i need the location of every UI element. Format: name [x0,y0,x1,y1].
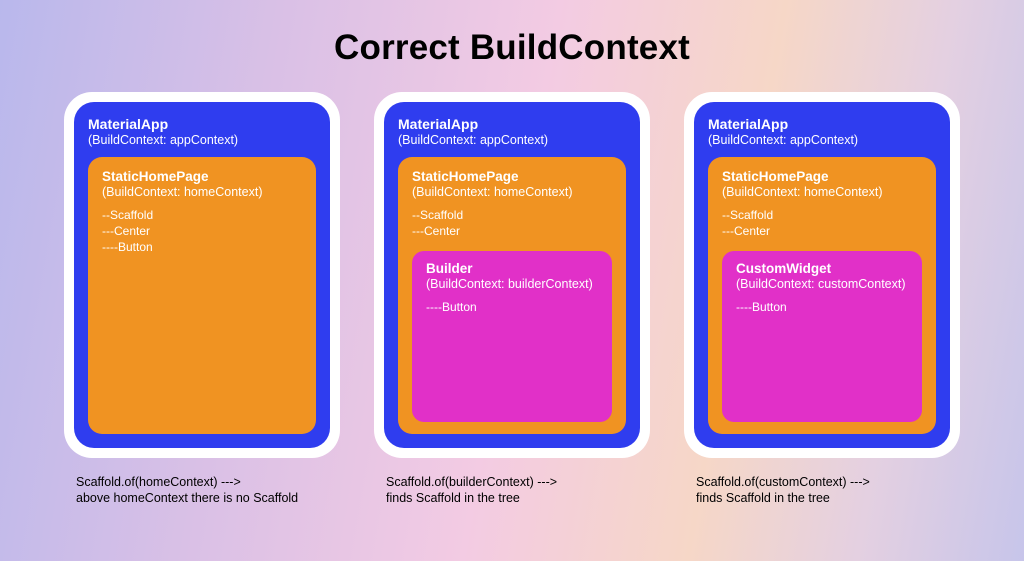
tree-line: ----Button [426,299,598,315]
caption: Scaffold.of(customContext) ---> finds Sc… [684,458,960,507]
builder-subtitle: (BuildContext: builderContext) [426,277,598,291]
statichomepage-title: StaticHomePage [412,169,612,184]
cards-row: MaterialApp (BuildContext: appContext) S… [0,68,1024,507]
materialapp-title: MaterialApp [398,116,626,132]
materialapp-subtitle: (BuildContext: appContext) [398,133,626,147]
customwidget-box: CustomWidget (BuildContext: customContex… [722,251,922,422]
diagram-card-0: MaterialApp (BuildContext: appContext) S… [64,92,340,507]
diagram-card-1: MaterialApp (BuildContext: appContext) S… [374,92,650,507]
materialapp-title: MaterialApp [88,116,316,132]
statichomepage-box: StaticHomePage (BuildContext: homeContex… [708,157,936,434]
statichomepage-title: StaticHomePage [102,169,302,184]
materialapp-header: MaterialApp (BuildContext: appContext) [708,116,936,147]
statichomepage-title: StaticHomePage [722,169,922,184]
materialapp-subtitle: (BuildContext: appContext) [708,133,936,147]
tree-lines: --Scaffold ---Center [412,207,612,239]
tree-line: --Scaffold [412,207,612,223]
tree-line: ---Center [412,223,612,239]
tree-lines: ----Button [736,299,908,315]
customwidget-title: CustomWidget [736,261,908,276]
tree-lines: --Scaffold ---Center ----Button [102,207,302,256]
tree-line: ----Button [736,299,908,315]
materialapp-box: MaterialApp (BuildContext: appContext) S… [74,102,330,448]
tree-line: ----Button [102,239,302,255]
card-frame: MaterialApp (BuildContext: appContext) S… [64,92,340,458]
builder-title: Builder [426,261,598,276]
statichomepage-box: StaticHomePage (BuildContext: homeContex… [88,157,316,434]
caption: Scaffold.of(builderContext) ---> finds S… [374,458,650,507]
builder-box: Builder (BuildContext: builderContext) -… [412,251,612,422]
card-frame: MaterialApp (BuildContext: appContext) S… [374,92,650,458]
materialapp-box: MaterialApp (BuildContext: appContext) S… [384,102,640,448]
materialapp-header: MaterialApp (BuildContext: appContext) [398,116,626,147]
statichomepage-subtitle: (BuildContext: homeContext) [412,185,612,199]
caption: Scaffold.of(homeContext) ---> above home… [64,458,340,507]
statichomepage-subtitle: (BuildContext: homeContext) [102,185,302,199]
statichomepage-box: StaticHomePage (BuildContext: homeContex… [398,157,626,434]
materialapp-title: MaterialApp [708,116,936,132]
page-title: Correct BuildContext [0,0,1024,68]
statichomepage-subtitle: (BuildContext: homeContext) [722,185,922,199]
tree-line: --Scaffold [722,207,922,223]
customwidget-subtitle: (BuildContext: customContext) [736,277,908,291]
tree-lines: ----Button [426,299,598,315]
materialapp-subtitle: (BuildContext: appContext) [88,133,316,147]
diagram-card-2: MaterialApp (BuildContext: appContext) S… [684,92,960,507]
tree-lines: --Scaffold ---Center [722,207,922,239]
materialapp-box: MaterialApp (BuildContext: appContext) S… [694,102,950,448]
tree-line: ---Center [102,223,302,239]
tree-line: --Scaffold [102,207,302,223]
tree-line: ---Center [722,223,922,239]
materialapp-header: MaterialApp (BuildContext: appContext) [88,116,316,147]
card-frame: MaterialApp (BuildContext: appContext) S… [684,92,960,458]
